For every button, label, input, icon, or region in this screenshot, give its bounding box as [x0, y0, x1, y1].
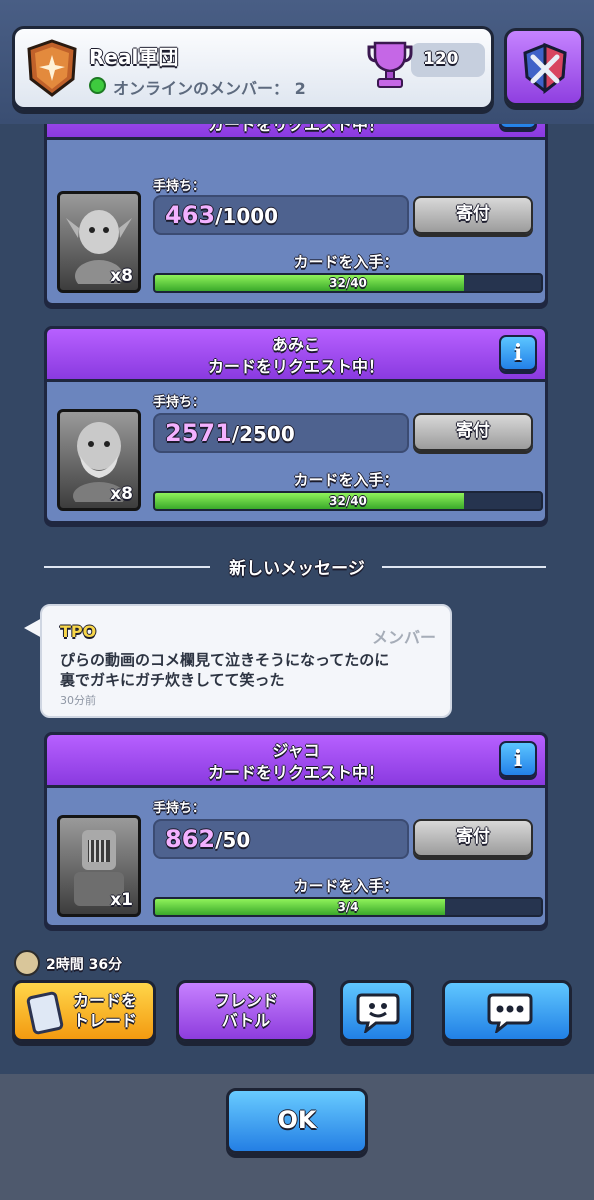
message-author[interactable]: TPO [60, 622, 96, 641]
request-card-2: あみこ カードをリクエスト中！ i x8 手持ち： 2571/2500 寄付 カ… [44, 326, 548, 524]
card-multiplier: x1 [110, 890, 133, 910]
friend-battle-button[interactable]: フレンド バトル [176, 980, 316, 1042]
earn-label: カードを入手： [293, 877, 399, 895]
clan-badge-icon [27, 39, 77, 97]
chat-bubble-icon [487, 993, 533, 1033]
progress-text: 32/40 [329, 494, 367, 508]
chat-message[interactable]: TPO メンバー ぴらの動画のコメ欄見て泣きそうになってたのに 裏でガキにガチ炊… [40, 604, 452, 718]
owned-label: 手持ち： [153, 801, 206, 816]
dark-knight-card-icon: x1 [57, 815, 141, 917]
message-time: 30分前 [60, 694, 96, 707]
owned-count: 862/50 [165, 825, 251, 853]
trade-button-label: カードを トレード [72, 991, 137, 1030]
progress-text: 3/4 [337, 900, 359, 914]
owned-count: 463/1000 [165, 201, 279, 229]
message-body: ぴらの動画のコメ欄見て泣きそうになってたのに 裏でガキにガチ炊きしてて笑った [60, 651, 390, 689]
owned-label: 手持ち： [153, 179, 206, 194]
requester-name: ジャコ [272, 741, 320, 760]
trade-timer: 2時間 36分 [46, 957, 123, 973]
crossed-swords-icon [523, 42, 567, 95]
clan-info-panel[interactable]: Real軍団 オンラインのメンバー： 2 120 [12, 26, 494, 110]
request-card-3: ジャコ カードをリクエスト中！ i x1 手持ち： 862/50 寄付 カードを… [44, 732, 548, 928]
clan-trophies: 120 [367, 39, 485, 91]
owned-label: 手持ち： [153, 395, 206, 410]
card-count-field: 862/50 [153, 819, 409, 859]
trade-cards-button[interactable]: カードを トレード [12, 980, 156, 1042]
donate-button[interactable]: 寄付 [413, 196, 533, 234]
request-progress-bar: 32/40 [153, 491, 543, 511]
request-status: カードをリクエスト中！ [207, 357, 384, 376]
request-header: あみこ カードをリクエスト中！ i [44, 326, 548, 382]
card-count-field: 2571/2500 [153, 413, 409, 453]
owned-count: 2571/2500 [165, 419, 295, 447]
info-icon: i [513, 340, 523, 366]
emote-button[interactable] [340, 980, 414, 1042]
trophy-count: 120 [423, 49, 459, 69]
clock-icon [14, 950, 40, 976]
card-multiplier: x8 [110, 266, 133, 286]
donate-button[interactable]: 寄付 [413, 413, 533, 451]
clan-war-button[interactable] [504, 28, 584, 106]
requester-name: あみこ [271, 335, 320, 354]
new-messages-divider: 新しいメッセージ [229, 559, 365, 579]
info-icon: i [513, 746, 523, 772]
info-button[interactable]: i [499, 741, 537, 777]
donate-button[interactable]: 寄付 [413, 819, 533, 857]
trophy-icon [367, 41, 413, 88]
chat-button[interactable] [442, 980, 572, 1042]
earn-label: カードを入手： [293, 253, 399, 271]
earn-label: カードを入手： [293, 471, 399, 489]
request-header: ジャコ カードをリクエスト中！ i [44, 732, 548, 788]
request-status: カードをリクエスト中！ [207, 763, 384, 782]
request-progress-bar: 32/40 [153, 273, 543, 293]
friend-battle-label: フレンド バトル [213, 991, 278, 1030]
request-progress-bar: 3/4 [153, 897, 543, 917]
card-count-field: 463/1000 [153, 195, 409, 235]
goblin-card-icon: x8 [57, 191, 141, 293]
clan-header: Real軍団 オンラインのメンバー： 2 120 [0, 0, 594, 124]
online-status-icon [89, 77, 106, 94]
progress-text: 32/40 [329, 276, 367, 290]
card-multiplier: x8 [110, 484, 133, 504]
royal-giant-card-icon: x8 [57, 409, 141, 511]
clan-name: Real軍団 [89, 45, 179, 69]
ok-button[interactable]: OK [226, 1088, 368, 1154]
info-button[interactable]: i [499, 335, 537, 371]
smiley-chat-icon [356, 993, 400, 1033]
online-members-label: オンラインのメンバー： 2 [113, 79, 306, 98]
message-author-role: メンバー [371, 628, 436, 647]
